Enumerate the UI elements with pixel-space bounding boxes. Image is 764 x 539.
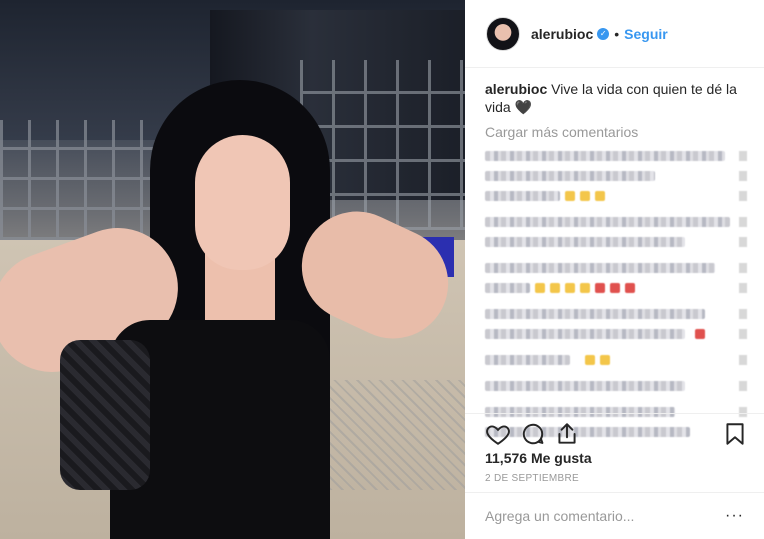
blurred-comment-row	[485, 379, 747, 393]
blurred-comment-row	[485, 149, 747, 163]
verified-badge-icon: ✓	[597, 27, 610, 40]
post-photo[interactable]	[0, 0, 465, 539]
load-more-comments-button[interactable]: Cargar más comentarios	[485, 124, 747, 140]
heart-icon[interactable]	[485, 421, 511, 447]
caption: alerubioc Vive la vida con quien te dé l…	[485, 80, 747, 116]
separator-dot: •	[614, 25, 620, 42]
blurred-comment-row	[485, 261, 747, 275]
caption-username[interactable]: alerubioc	[485, 81, 547, 97]
post-date[interactable]: 2 DE SEPTIEMBRE	[485, 473, 579, 484]
blurred-comment-row	[485, 327, 747, 341]
person-bag	[60, 340, 150, 490]
username-link[interactable]: alerubioc	[531, 26, 593, 42]
follow-button[interactable]: Seguir	[624, 26, 668, 42]
blurred-comments	[485, 149, 747, 439]
bookmark-icon[interactable]	[722, 421, 748, 447]
blurred-comment-row	[485, 353, 747, 367]
person-face	[195, 135, 290, 270]
blurred-comment-row	[485, 189, 747, 203]
more-options-icon[interactable]: ···	[725, 507, 744, 525]
comments-section: alerubioc Vive la vida con quien te dé l…	[485, 80, 747, 439]
post-header: alerubioc ✓ • Seguir	[465, 0, 764, 68]
blurred-comment-row	[485, 235, 747, 249]
comment-icon[interactable]	[520, 421, 546, 447]
stage-ramp	[330, 380, 465, 490]
blurred-comment-row	[485, 215, 747, 229]
share-icon[interactable]	[554, 421, 580, 447]
add-comment-bar: ···	[465, 492, 764, 539]
comment-input[interactable]	[485, 508, 726, 524]
avatar[interactable]	[486, 16, 520, 51]
likes-count[interactable]: 11,576 Me gusta	[485, 450, 592, 466]
blurred-comment-row	[485, 169, 747, 183]
blurred-comment-row	[485, 281, 747, 295]
action-bar	[465, 413, 764, 453]
blurred-comment-row	[485, 307, 747, 321]
